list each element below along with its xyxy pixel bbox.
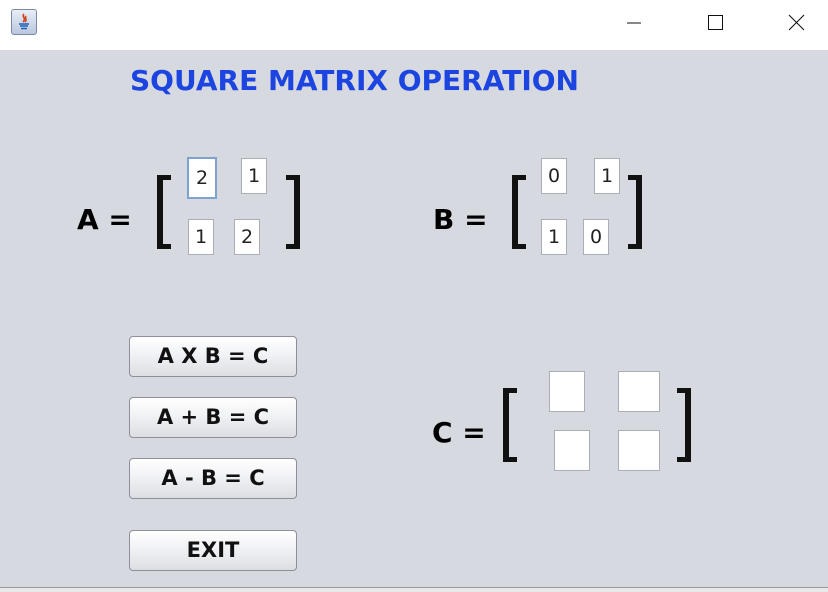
matrix-b-cell-2-2[interactable] bbox=[583, 219, 609, 255]
minimize-button[interactable] bbox=[611, 0, 657, 46]
exit-button[interactable]: EXIT bbox=[129, 530, 297, 571]
matrix-b-cell-2-1[interactable] bbox=[541, 219, 567, 255]
matrix-b-right-bracket bbox=[628, 175, 642, 249]
java-app-icon[interactable] bbox=[11, 9, 37, 35]
matrix-a-cell-1-1[interactable] bbox=[187, 157, 217, 199]
subtract-button[interactable]: A - B = C bbox=[129, 458, 297, 499]
matrix-c-cell-1-2[interactable] bbox=[618, 371, 660, 412]
close-icon bbox=[787, 14, 805, 32]
matrix-c-cell-1-1[interactable] bbox=[549, 371, 585, 412]
matrix-c-right-bracket bbox=[677, 388, 691, 462]
matrix-c-cell-2-2[interactable] bbox=[618, 430, 660, 471]
matrix-c-left-bracket bbox=[503, 388, 517, 462]
multiply-button[interactable]: A X B = C bbox=[129, 336, 297, 377]
matrix-c-cell-2-1[interactable] bbox=[554, 430, 590, 471]
window-bottom-edge bbox=[0, 587, 828, 592]
matrix-a-left-bracket bbox=[157, 175, 171, 249]
matrix-b-cell-1-1[interactable] bbox=[541, 158, 567, 194]
matrix-b-label: B = bbox=[433, 203, 488, 236]
window-titlebar bbox=[0, 0, 828, 50]
page-title: SQUARE MATRIX OPERATION bbox=[130, 64, 579, 97]
matrix-a-cell-2-2[interactable] bbox=[234, 219, 260, 255]
matrix-b-cell-1-2[interactable] bbox=[594, 158, 620, 194]
minimize-icon bbox=[625, 14, 643, 32]
maximize-button[interactable] bbox=[692, 0, 738, 46]
matrix-a-cell-1-2[interactable] bbox=[241, 158, 267, 194]
matrix-c-label: C = bbox=[432, 416, 486, 449]
add-button[interactable]: A + B = C bbox=[129, 397, 297, 438]
matrix-a-cell-2-1[interactable] bbox=[188, 219, 214, 255]
maximize-icon bbox=[706, 14, 724, 32]
close-button[interactable] bbox=[773, 0, 819, 46]
matrix-b-left-bracket bbox=[512, 175, 526, 249]
matrix-a-right-bracket bbox=[286, 175, 300, 249]
matrix-a-label: A = bbox=[77, 203, 132, 236]
